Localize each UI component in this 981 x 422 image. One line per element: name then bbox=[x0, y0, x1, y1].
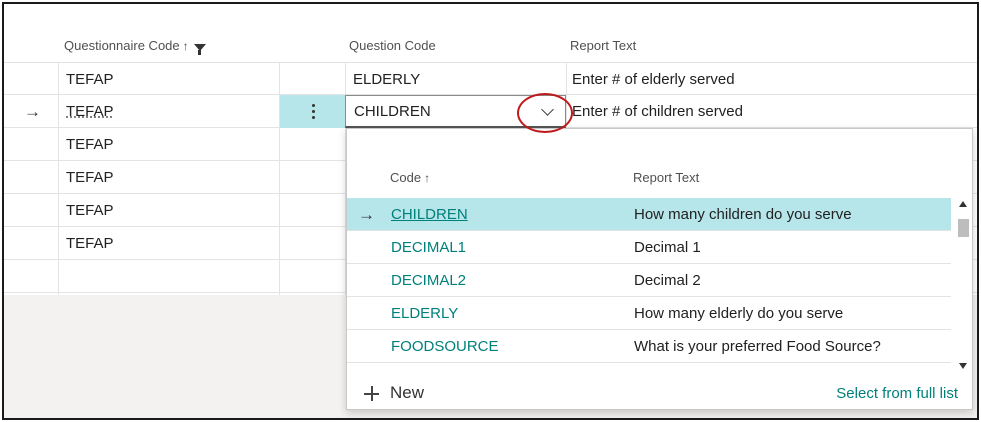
dropdown-item-report-text: Decimal 2 bbox=[634, 272, 701, 289]
dropdown-item-selected[interactable]: → CHILDREN How many children do you serv… bbox=[347, 198, 951, 231]
selected-row-arrow-icon: → bbox=[358, 205, 375, 224]
dropdown-item[interactable]: ELDERLY How many elderly do you serve bbox=[347, 297, 951, 330]
dropdown-item-code[interactable]: ELDERLY bbox=[391, 297, 458, 330]
scroll-up-icon[interactable] bbox=[959, 201, 967, 207]
more-options-icon bbox=[312, 104, 315, 122]
questionnaire-code-cell[interactable]: TEFAP bbox=[66, 227, 114, 260]
column-header-label: Report Text bbox=[570, 38, 637, 53]
dropdown-item-code[interactable]: DECIMAL1 bbox=[391, 231, 466, 264]
current-row-arrow-icon: → bbox=[24, 102, 41, 121]
table-row-active[interactable]: → TEFAP CHILDREN Enter # of children ser… bbox=[4, 95, 977, 128]
dropdown-item-report-text: What is your preferred Food Source? bbox=[634, 338, 881, 355]
plus-icon[interactable] bbox=[364, 386, 379, 401]
question-code-lookup-dropdown: Code ↑ Report Text → CHILDREN How many ch… bbox=[346, 128, 973, 410]
dropdown-item-report-text: How many children do you serve bbox=[634, 206, 852, 223]
column-header-report-text[interactable]: Report Text bbox=[570, 38, 636, 53]
question-code-cell[interactable]: ELDERLY bbox=[353, 63, 420, 96]
column-header-label: Question Code bbox=[349, 38, 436, 53]
dropdown-item[interactable]: DECIMAL1 Decimal 1 bbox=[347, 231, 951, 264]
dropdown-header-label: Report Text bbox=[633, 170, 700, 185]
sort-ascending-icon: ↑ bbox=[182, 39, 189, 53]
highlight-annotation-circle bbox=[517, 93, 573, 133]
table-row[interactable]: TEFAP ELDERLY Enter # of elderly served bbox=[4, 62, 977, 95]
window-frame: Questionnaire Code ↑ Question Code Report… bbox=[2, 2, 979, 420]
scroll-down-icon[interactable] bbox=[959, 363, 967, 369]
dropdown-item-code[interactable]: DECIMAL2 bbox=[391, 264, 466, 297]
row-actions-button[interactable] bbox=[280, 95, 346, 128]
questionnaire-code-cell[interactable]: TEFAP bbox=[66, 95, 114, 128]
column-header-question-code[interactable]: Question Code bbox=[349, 38, 436, 53]
question-code-value: CHILDREN bbox=[354, 103, 431, 120]
dropdown-item-report-text: Decimal 1 bbox=[634, 239, 701, 256]
sort-ascending-icon: ↑ bbox=[424, 171, 431, 185]
dropdown-item[interactable]: FOODSOURCE What is your preferred Food S… bbox=[347, 330, 951, 363]
dropdown-item-code[interactable]: FOODSOURCE bbox=[391, 330, 499, 363]
new-button[interactable]: New bbox=[390, 383, 424, 403]
dropdown-header-code[interactable]: Code ↑ bbox=[390, 170, 430, 185]
column-header-questionnaire-code[interactable]: Questionnaire Code ↑ bbox=[64, 38, 206, 55]
dropdown-item-report-text: How many elderly do you serve bbox=[634, 305, 844, 322]
questionnaire-code-cell[interactable]: TEFAP bbox=[66, 161, 114, 194]
report-text-cell[interactable]: Enter # of elderly served bbox=[572, 63, 735, 96]
column-header-label: Questionnaire Code bbox=[64, 38, 180, 53]
dropdown-header-label: Code bbox=[390, 170, 422, 185]
dropdown-item-code[interactable]: CHILDREN bbox=[391, 198, 468, 231]
questionnaire-code-cell[interactable]: TEFAP bbox=[66, 63, 114, 96]
dropdown-item[interactable]: DECIMAL2 Decimal 2 bbox=[347, 264, 951, 297]
filter-icon[interactable] bbox=[193, 44, 206, 55]
dropdown-header-report-text[interactable]: Report Text bbox=[633, 170, 699, 185]
dropdown-footer: New Select from full list bbox=[347, 373, 972, 409]
questionnaire-code-cell[interactable]: TEFAP bbox=[66, 128, 114, 161]
select-from-full-list-link[interactable]: Select from full list bbox=[836, 385, 958, 402]
report-text-cell[interactable]: Enter # of children served bbox=[572, 95, 743, 128]
questionnaire-code-cell[interactable]: TEFAP bbox=[66, 194, 114, 227]
scrollbar-thumb[interactable] bbox=[958, 219, 969, 237]
dropdown-scrollbar[interactable] bbox=[955, 197, 971, 373]
